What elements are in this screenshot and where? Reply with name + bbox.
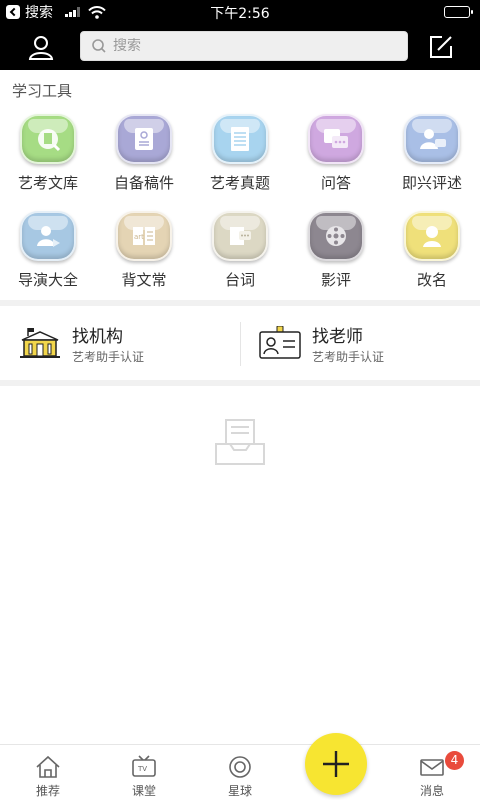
tool-label: 影评 [320, 271, 351, 289]
search-icon [92, 39, 106, 53]
nav-planet[interactable]: 星球 [192, 755, 288, 799]
study-tools-grid: 艺考文库 自备稿件 艺考真题 问答 即兴评述 导演大全 art 背文常 台词 影… [0, 114, 480, 290]
teacher-badge-icon [259, 326, 301, 359]
section-divider [0, 300, 480, 306]
tool-past-exams[interactable]: 艺考真题 [192, 114, 288, 193]
script-icon [212, 211, 268, 261]
svg-text:art: art [134, 233, 144, 241]
document-icon [212, 114, 268, 164]
tool-director-guide[interactable]: 导演大全 [0, 211, 96, 290]
tool-label: 即兴评述 [401, 174, 462, 192]
nav-recommend[interactable]: 推荐 [0, 755, 96, 799]
tv-icon: TV [132, 755, 156, 777]
svg-text:TV: TV [137, 765, 147, 773]
nav-label: 推荐 [35, 784, 60, 798]
back-arrow-icon[interactable] [6, 5, 20, 19]
nav-label: 课堂 [131, 784, 156, 798]
tool-improv-commentary[interactable]: 即兴评述 [384, 114, 480, 193]
tool-rename[interactable]: 改名 [384, 211, 480, 290]
search-input[interactable] [113, 38, 393, 54]
empty-inbox-icon [215, 419, 265, 465]
add-button[interactable] [305, 733, 367, 795]
card-title: 找机构 [72, 327, 123, 347]
tool-label: 自备稿件 [113, 174, 174, 192]
wifi-icon [88, 5, 106, 19]
library-icon [20, 114, 76, 164]
user-icon[interactable] [28, 34, 54, 60]
card-title: 找老师 [312, 327, 363, 347]
tool-qa[interactable]: 问答 [288, 114, 384, 193]
director-icon [20, 211, 76, 261]
film-reel-icon [308, 211, 364, 261]
art-book-icon: art [116, 211, 172, 261]
speaker-icon [404, 114, 460, 164]
bottom-nav: 推荐 TV 课堂 星球 消息 [0, 744, 480, 800]
tool-label: 改名 [416, 271, 447, 289]
notebook-icon [116, 114, 172, 164]
signal-icon [65, 7, 80, 17]
section-title-study-tools: 学习工具 [12, 82, 73, 100]
mail-icon [420, 759, 444, 776]
card-subtitle: 艺考助手认证 [312, 350, 385, 364]
top-bar [0, 24, 480, 70]
tool-label: 艺考文库 [17, 174, 78, 192]
tool-literature-basics[interactable]: art 背文常 [96, 211, 192, 290]
tool-label: 导演大全 [17, 271, 78, 289]
nav-messages[interactable]: 消息 [384, 755, 480, 799]
search-bar[interactable] [80, 31, 408, 61]
tool-film-review[interactable]: 影评 [288, 211, 384, 290]
planet-icon [229, 756, 251, 778]
nav-label: 星球 [227, 784, 252, 798]
find-teacher-card[interactable]: 找老师 艺考助手认证 [240, 308, 480, 380]
message-count-badge: 4 [445, 751, 464, 770]
status-bar: 搜索 下午2:56 [0, 0, 480, 24]
compose-icon[interactable] [428, 34, 454, 60]
battery-icon [444, 6, 473, 18]
nav-classroom[interactable]: TV 课堂 [96, 755, 192, 799]
back-app-label[interactable]: 搜索 [25, 2, 53, 22]
home-icon [36, 755, 60, 778]
tool-label: 艺考真题 [209, 174, 270, 192]
find-institution-card[interactable]: 找机构 艺考助手认证 [0, 308, 240, 380]
section-divider [0, 380, 480, 386]
rename-icon [404, 211, 460, 261]
plus-icon [323, 751, 349, 777]
tool-label: 背文常 [121, 271, 167, 289]
tool-label: 问答 [320, 174, 351, 192]
tool-library[interactable]: 艺考文库 [0, 114, 96, 193]
find-cards: 找机构 艺考助手认证 找老师 艺考助手认证 [0, 308, 480, 380]
tool-label: 台词 [224, 271, 255, 289]
tool-own-manuscript[interactable]: 自备稿件 [96, 114, 192, 193]
card-subtitle: 艺考助手认证 [72, 350, 145, 364]
institution-icon [20, 328, 60, 358]
tool-lines[interactable]: 台词 [192, 211, 288, 290]
qa-icon [308, 114, 364, 164]
nav-label: 消息 [419, 784, 444, 798]
